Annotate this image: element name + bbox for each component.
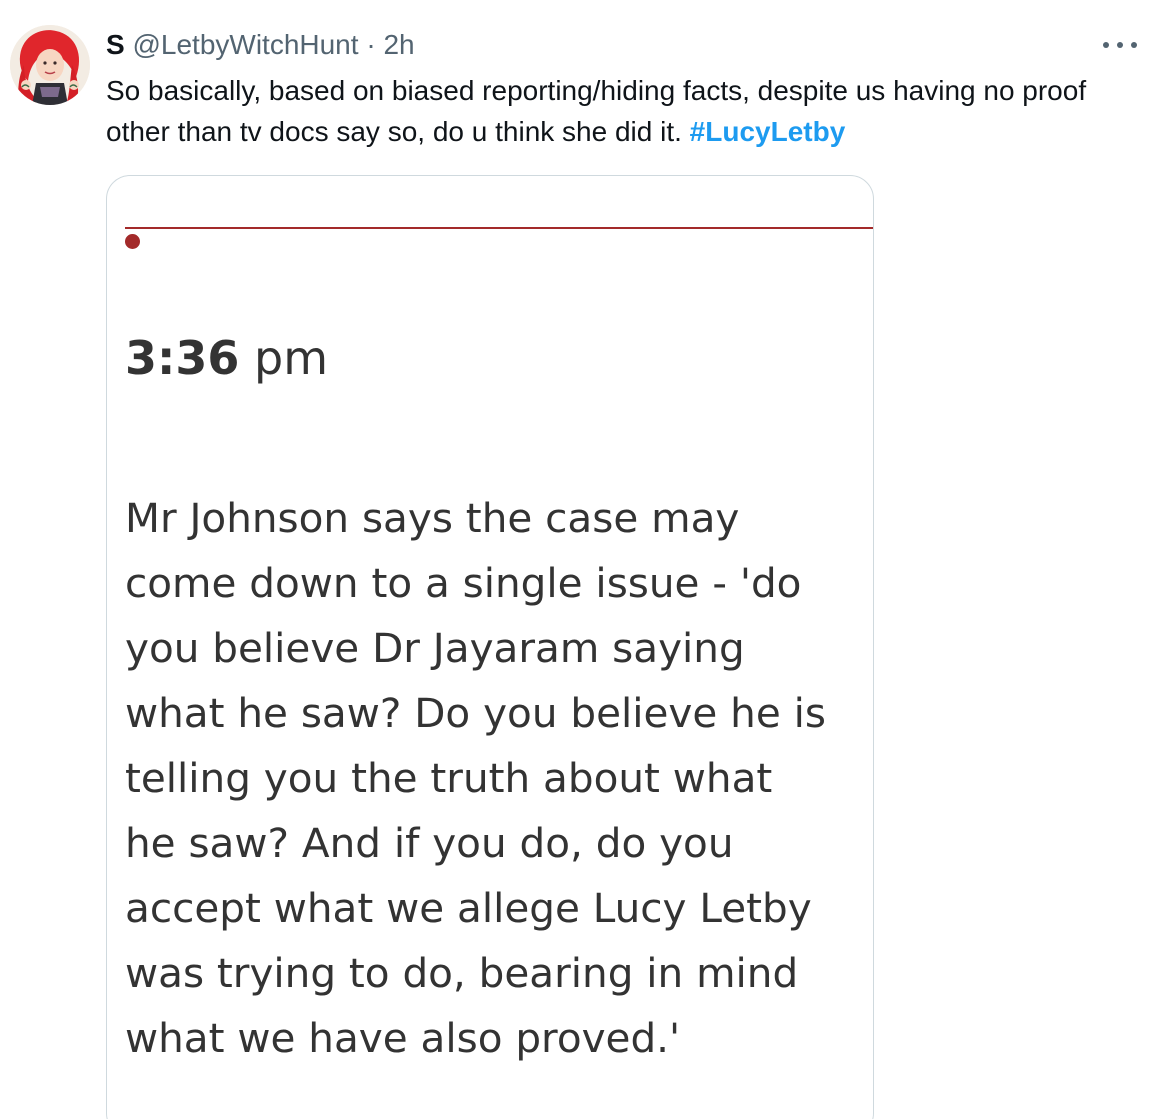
separator-dot: · bbox=[366, 29, 376, 60]
text-line: what we have also proved.' bbox=[125, 1014, 681, 1062]
bottom-fade bbox=[107, 1108, 873, 1119]
live-dot-icon bbox=[125, 234, 140, 249]
live-update-time: 3:36 pm bbox=[125, 328, 328, 388]
text-line: what he saw? Do you believe he is bbox=[125, 689, 826, 737]
hashtag-link[interactable]: #LucyLetby bbox=[690, 116, 846, 147]
display-name[interactable]: S bbox=[106, 29, 125, 60]
tweet[interactable]: S @LetbyWitchHunt · 2h So basically, bas… bbox=[0, 0, 1155, 1119]
avatar[interactable] bbox=[10, 25, 90, 105]
more-dot bbox=[1117, 42, 1123, 48]
live-time-suffix: pm bbox=[254, 331, 329, 385]
text-line: telling you the truth about what bbox=[125, 754, 773, 802]
media-attachment[interactable]: 3:36 pm Mr Johnson says the case may com… bbox=[106, 175, 874, 1119]
header-rule bbox=[125, 227, 873, 229]
tweet-body-text: So basically, based on biased reporting/… bbox=[106, 75, 1087, 147]
more-options-icon[interactable] bbox=[1103, 38, 1137, 52]
tweet-timestamp[interactable]: 2h bbox=[383, 29, 414, 60]
live-time-value: 3:36 bbox=[125, 331, 240, 385]
text-line: Mr Johnson says the case may bbox=[125, 494, 740, 542]
more-dot bbox=[1131, 42, 1137, 48]
text-line: you believe Dr Jayaram saying bbox=[125, 624, 745, 672]
text-line: come down to a single issue - 'do bbox=[125, 559, 802, 607]
more-dot bbox=[1103, 42, 1109, 48]
text-line: was trying to do, bearing in mind bbox=[125, 949, 799, 997]
text-line: accept what we allege Lucy Letby bbox=[125, 884, 812, 932]
tweet-header: S @LetbyWitchHunt · 2h bbox=[106, 26, 415, 64]
live-update-text: Mr Johnson says the case may come down t… bbox=[125, 486, 870, 1071]
user-handle[interactable]: @LetbyWitchHunt bbox=[132, 29, 358, 60]
text-line: he saw? And if you do, do you bbox=[125, 819, 734, 867]
tweet-text: So basically, based on biased reporting/… bbox=[106, 70, 1136, 152]
